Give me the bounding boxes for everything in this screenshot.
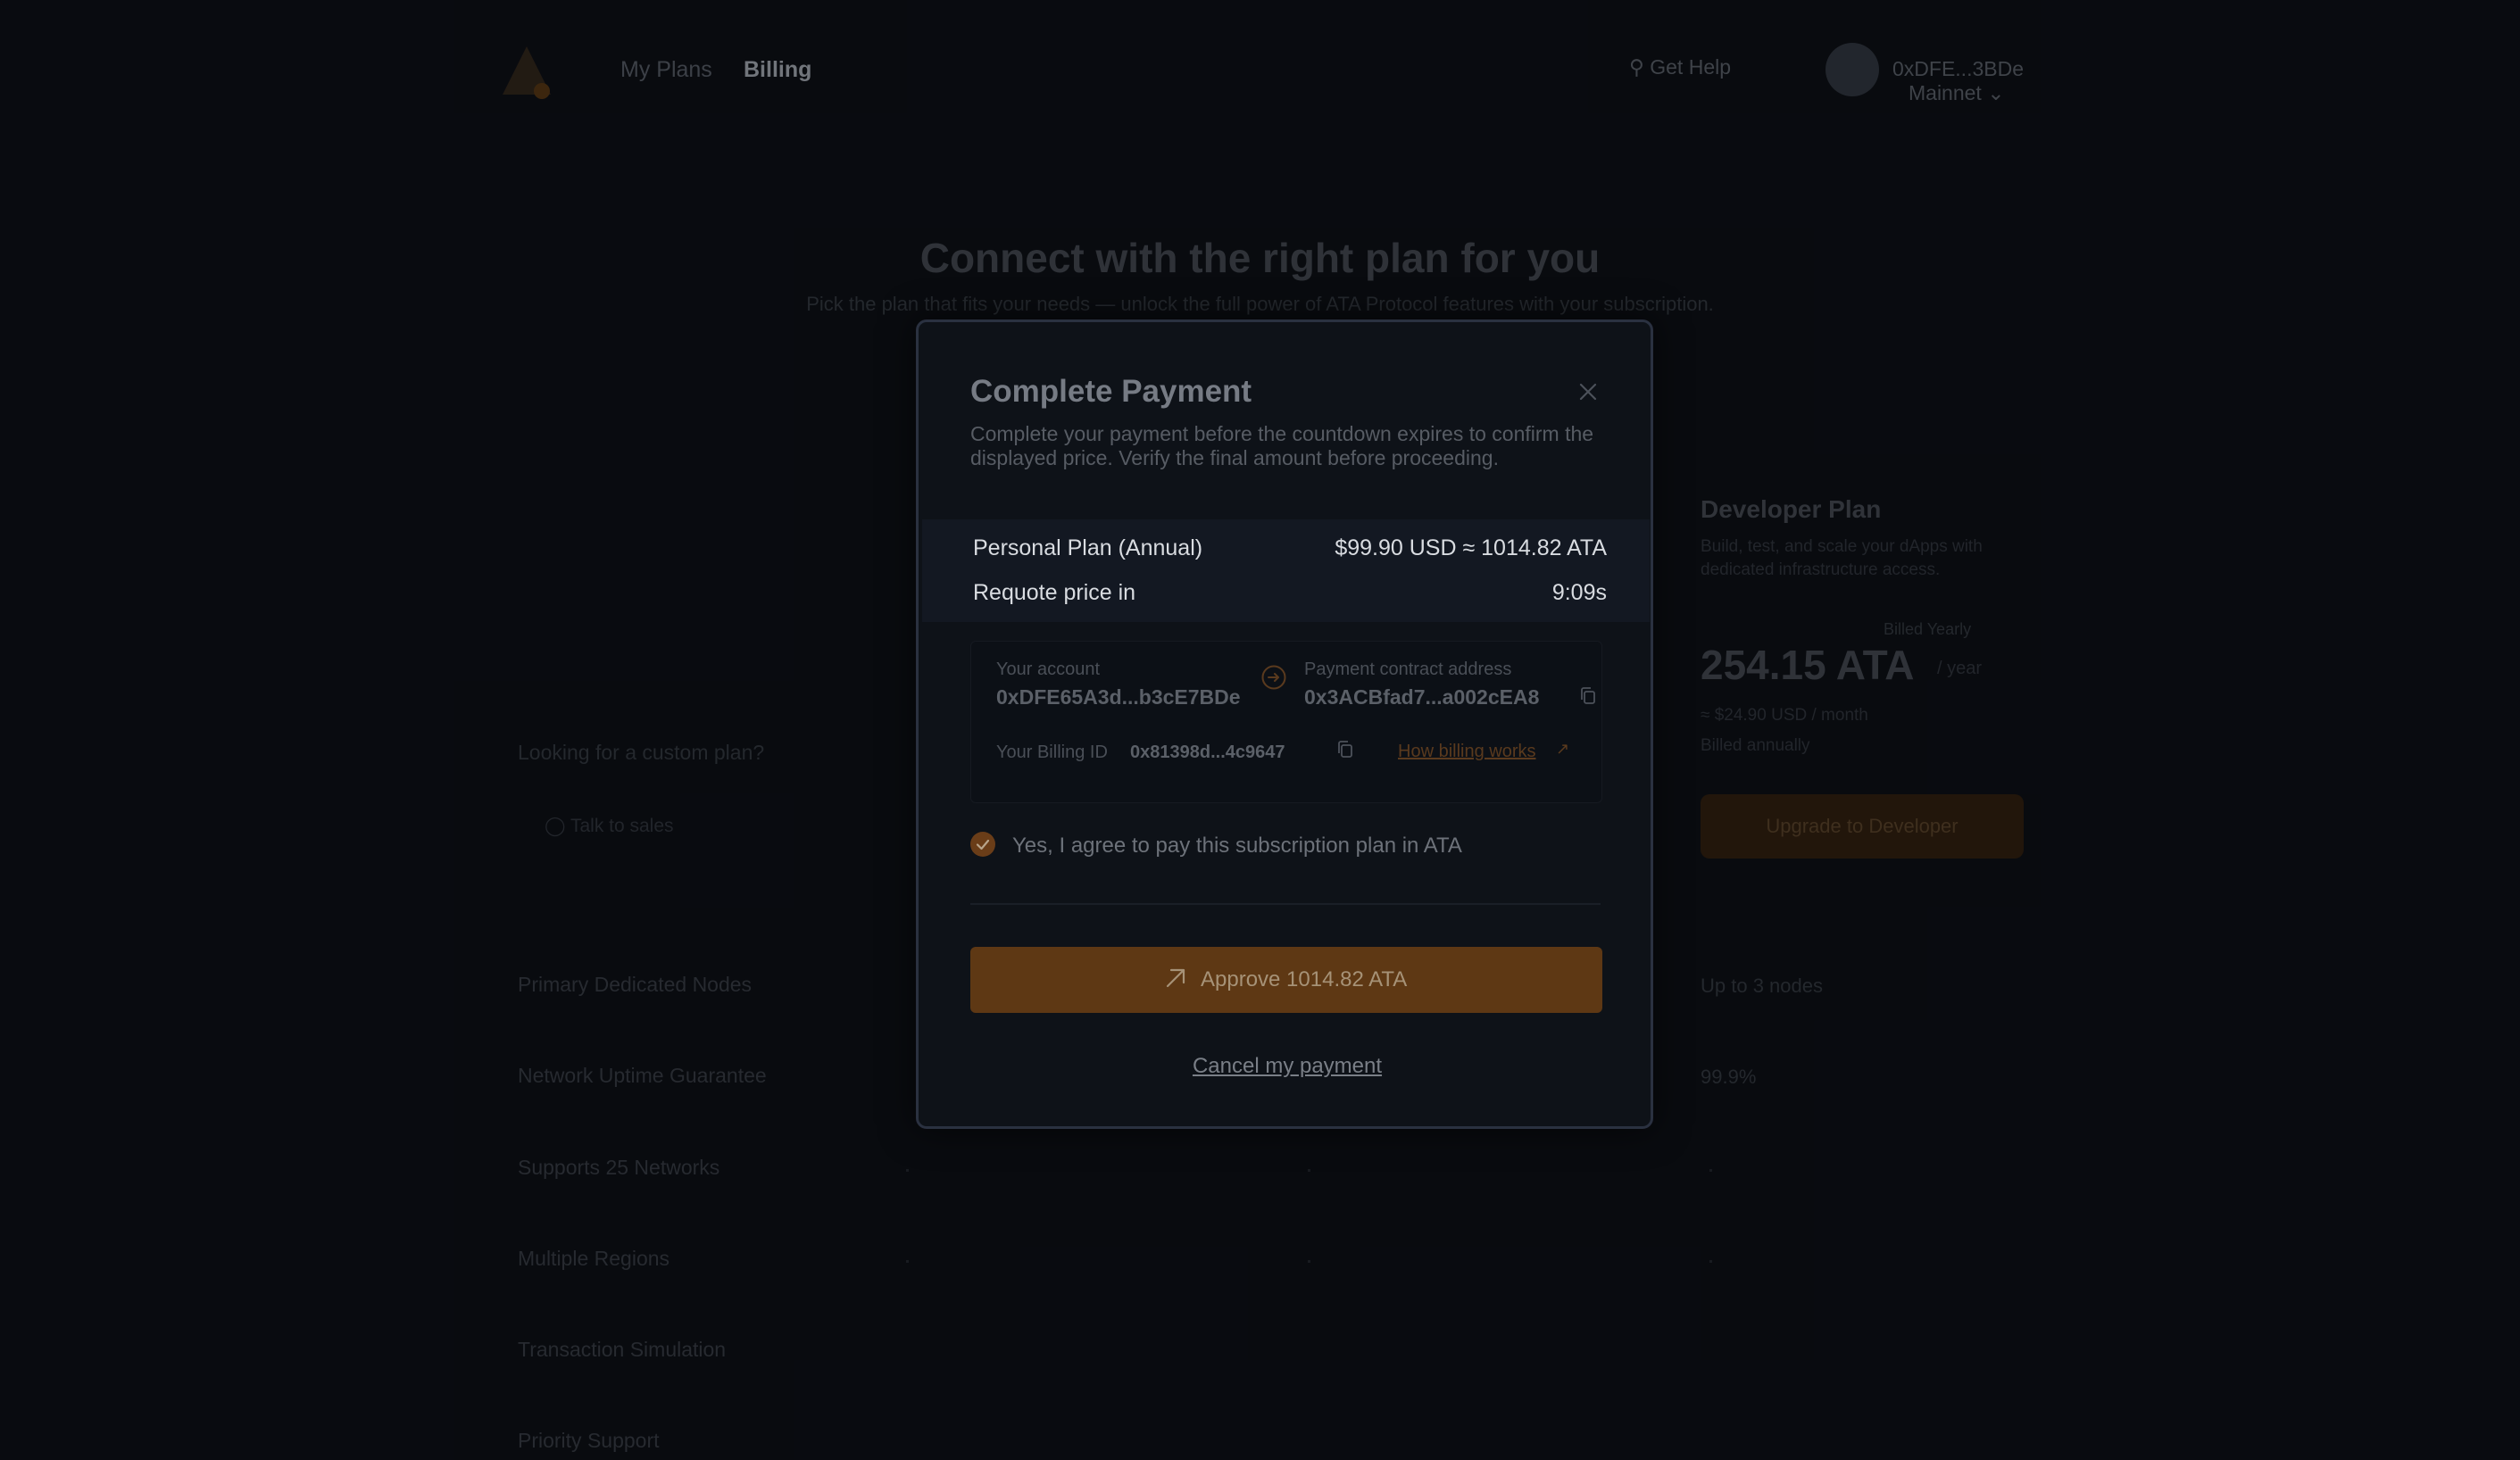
requote-countdown: 9:09s bbox=[1551, 580, 1607, 605]
account-label: Your account bbox=[996, 659, 1101, 679]
how-billing-works-link[interactable]: How billing works bbox=[1398, 742, 1536, 762]
billing-id-label: Your Billing ID bbox=[996, 742, 1108, 762]
copy-icon[interactable] bbox=[1336, 740, 1354, 759]
approve-button-label: Approve 1014.82 ATA bbox=[1201, 967, 1408, 991]
plan-name: Personal Plan (Annual) bbox=[973, 535, 1203, 560]
transfer-details: Your account 0xDFE65A3d...b3cE7BDe Payme… bbox=[970, 641, 1602, 803]
cancel-payment-link[interactable]: Cancel my payment bbox=[919, 1054, 1656, 1079]
arrow-right-icon bbox=[1261, 665, 1286, 690]
external-link-icon: ↗ bbox=[1556, 740, 1570, 758]
approve-button[interactable]: Approve 1014.82 ATA bbox=[970, 947, 1602, 1013]
arrow-up-right-icon bbox=[1166, 968, 1185, 988]
agree-label[interactable]: Yes, I agree to pay this subscription pl… bbox=[1012, 834, 1462, 859]
dialog-description: Complete your payment before the countdo… bbox=[970, 422, 1594, 469]
plan-row: Personal Plan (Annual) $99.90 USD ≈ 1014… bbox=[973, 535, 1607, 561]
account-value: 0xDFE65A3d...b3cE7BDe bbox=[996, 685, 1241, 709]
plan-price: $99.90 USD ≈ 1014.82 ATA bbox=[1335, 535, 1607, 560]
complete-payment-dialog: Complete Payment Complete your payment b… bbox=[916, 319, 1653, 1129]
contract-value: 0x3ACBfad7...a002cEA8 bbox=[1304, 685, 1540, 709]
divider bbox=[970, 903, 1601, 905]
requote-row: Requote price in 9:09s bbox=[973, 580, 1607, 606]
price-summary: Personal Plan (Annual) $99.90 USD ≈ 1014… bbox=[922, 519, 1650, 622]
requote-label: Requote price in bbox=[973, 580, 1136, 605]
agree-checkbox[interactable] bbox=[970, 832, 995, 857]
contract-label: Payment contract address bbox=[1304, 659, 1512, 679]
close-icon[interactable] bbox=[1574, 377, 1602, 406]
dialog-title: Complete Payment bbox=[970, 374, 1252, 409]
copy-icon[interactable] bbox=[1579, 686, 1597, 706]
billing-id-value: 0x81398d...4c9647 bbox=[1130, 742, 1285, 762]
